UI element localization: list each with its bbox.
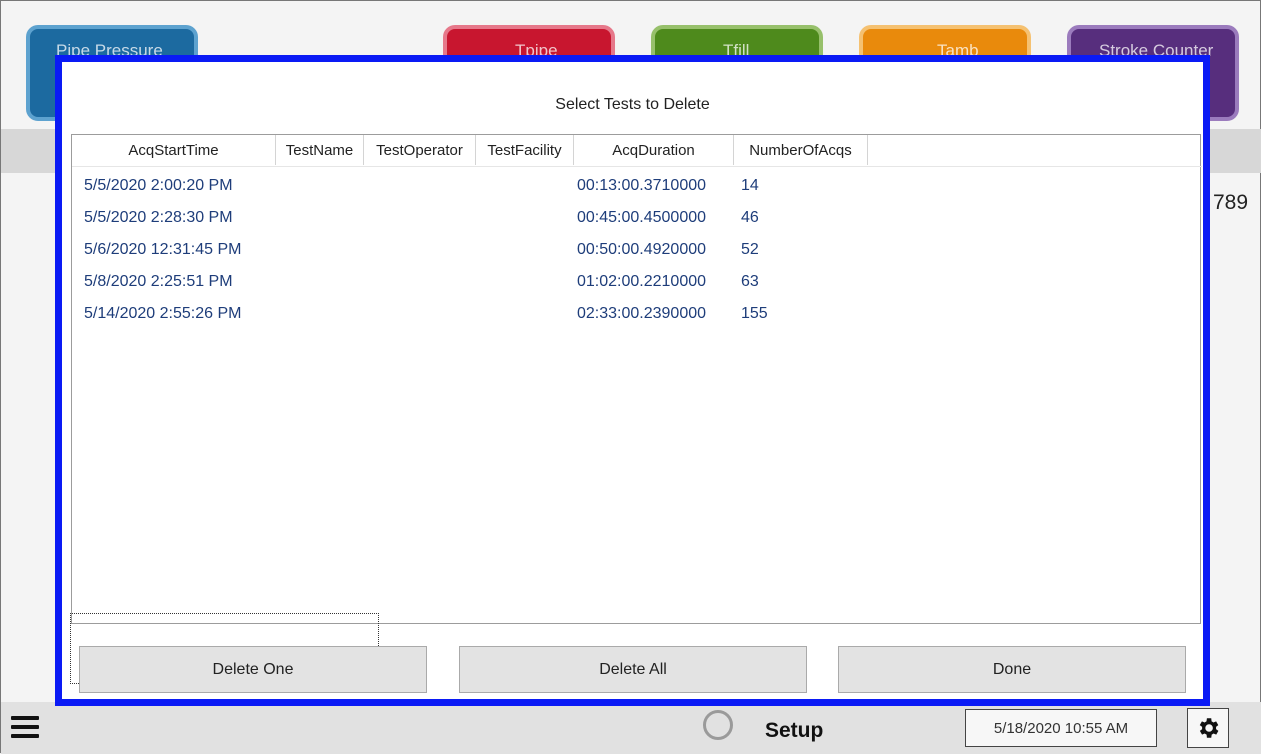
column-header-acqduration[interactable]: AcqDuration xyxy=(574,135,734,165)
cell-acqstarttime: 5/14/2020 2:55:26 PM xyxy=(84,305,242,322)
cell-acqstarttime: 5/5/2020 2:28:30 PM xyxy=(84,209,233,226)
table-row[interactable]: 5/5/2020 2:28:30 PM 00:45:00.4500000 46 xyxy=(72,203,1202,233)
column-header-acqstarttime[interactable]: AcqStartTime xyxy=(72,135,276,165)
cell-numberofacqs: 63 xyxy=(741,273,759,290)
partial-value: 789 xyxy=(1213,191,1249,214)
column-header-testfacility[interactable]: TestFacility xyxy=(476,135,574,165)
table-row[interactable]: 5/5/2020 2:00:20 PM 00:13:00.3710000 14 xyxy=(72,171,1202,201)
status-circle-icon xyxy=(703,710,733,740)
cell-acqduration: 00:45:00.4500000 xyxy=(577,209,707,226)
cell-acqduration: 01:02:00.2210000 xyxy=(577,273,707,290)
hamburger-menu-icon[interactable] xyxy=(11,716,39,740)
done-button[interactable]: Done xyxy=(838,646,1186,693)
cell-acqstarttime: 5/5/2020 2:00:20 PM xyxy=(84,177,233,194)
header-divider xyxy=(72,166,1202,167)
cell-numberofacqs: 14 xyxy=(741,177,759,194)
gear-icon xyxy=(1199,718,1219,738)
cell-acqstarttime: 5/8/2020 2:25:51 PM xyxy=(84,273,233,290)
datetime-display: 5/18/2020 10:55 AM xyxy=(965,709,1157,747)
column-header-testname[interactable]: TestName xyxy=(276,135,364,165)
mode-label: Setup xyxy=(765,719,824,742)
table-row[interactable]: 5/14/2020 2:55:26 PM 02:33:00.2390000 15… xyxy=(72,299,1202,329)
table-row[interactable]: 5/6/2020 12:31:45 PM 00:50:00.4920000 52 xyxy=(72,235,1202,265)
settings-button[interactable] xyxy=(1187,708,1229,748)
tests-table[interactable]: AcqStartTime TestName TestOperator TestF… xyxy=(71,134,1202,624)
cell-acqduration: 02:33:00.2390000 xyxy=(577,305,707,322)
cell-acqstarttime: 5/6/2020 12:31:45 PM xyxy=(84,241,242,258)
table-header: AcqStartTime TestName TestOperator TestF… xyxy=(72,135,1202,168)
status-bar: Setup 5/18/2020 10:55 AM xyxy=(1,702,1261,754)
cell-numberofacqs: 52 xyxy=(741,241,759,258)
column-header-numberofacqs[interactable]: NumberOfAcqs xyxy=(734,135,868,165)
cell-numberofacqs: 155 xyxy=(741,305,768,322)
delete-tests-dialog: Select Tests to Delete AcqStartTime Test… xyxy=(55,55,1210,706)
dialog-title: Select Tests to Delete xyxy=(555,96,710,113)
delete-one-button[interactable]: Delete One xyxy=(79,646,427,693)
table-row[interactable]: 5/8/2020 2:25:51 PM 01:02:00.2210000 63 xyxy=(72,267,1202,297)
column-header-testoperator[interactable]: TestOperator xyxy=(364,135,476,165)
delete-all-button[interactable]: Delete All xyxy=(459,646,807,693)
cell-acqduration: 00:13:00.3710000 xyxy=(577,177,707,194)
cell-numberofacqs: 46 xyxy=(741,209,759,226)
cell-acqduration: 00:50:00.4920000 xyxy=(577,241,707,258)
app-window: Pipe Pressure Tpipe Tfill Tamb Stroke Co… xyxy=(0,0,1261,754)
